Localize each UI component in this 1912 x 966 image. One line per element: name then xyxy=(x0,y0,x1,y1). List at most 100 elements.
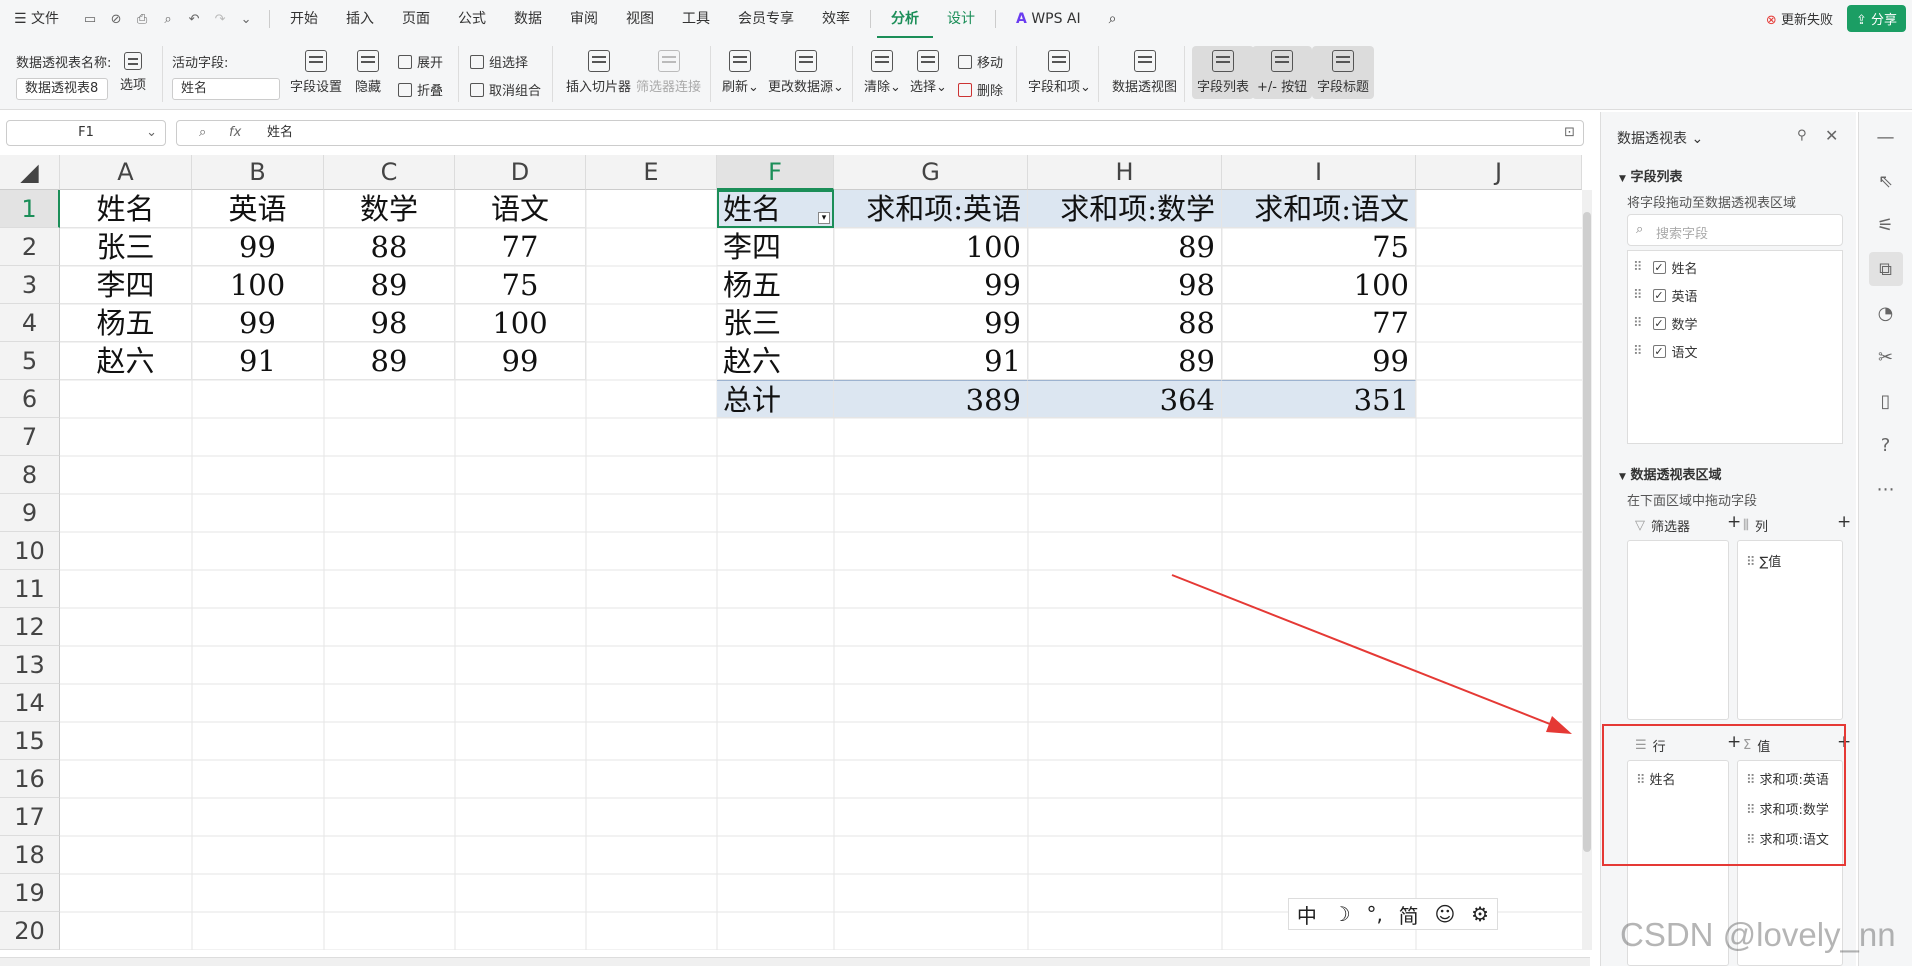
pivot-cell[interactable]: 99 xyxy=(834,266,1028,304)
source-cell[interactable]: 赵六 xyxy=(60,342,192,380)
row-header[interactable]: 5 xyxy=(0,342,60,380)
pivot-cell[interactable]: 89 xyxy=(1028,342,1222,380)
pivot-total-cell[interactable]: 总计 xyxy=(717,380,834,418)
hide-button[interactable]: 隐藏 xyxy=(355,50,381,95)
pivot-cell[interactable]: 75 xyxy=(1222,228,1416,266)
moon-icon[interactable]: ☽ xyxy=(1333,902,1351,926)
row-header[interactable]: 8 xyxy=(0,456,60,494)
sheet-tabs-bar[interactable] xyxy=(0,957,1590,966)
row-header[interactable]: 6 xyxy=(0,380,60,418)
source-cell[interactable]: 75 xyxy=(455,266,586,304)
column-zone-item[interactable]: ⠿ ∑值 xyxy=(1746,551,1781,570)
pivot-cell[interactable]: 100 xyxy=(834,228,1028,266)
column-header-e[interactable]: E xyxy=(586,155,717,190)
source-cell[interactable]: 100 xyxy=(455,304,586,342)
source-header-cell[interactable]: 语文 xyxy=(455,190,586,228)
menu-item-start[interactable]: 开始 xyxy=(276,0,332,38)
zoom-icon[interactable]: ⌕ xyxy=(199,121,206,145)
column-header-j[interactable]: J xyxy=(1416,155,1582,190)
pivot-header-cell[interactable]: 求和项:语文 xyxy=(1222,190,1416,228)
source-cell[interactable]: 100 xyxy=(192,266,324,304)
punctuation-icon[interactable]: °, xyxy=(1366,902,1382,926)
fields-items-button[interactable]: 字段和项⌄ xyxy=(1028,50,1091,95)
field-item-name[interactable]: ⠿ ✓ 姓名 xyxy=(1633,258,1698,277)
chevron-down-icon[interactable]: ⌄ xyxy=(146,121,157,145)
row-header[interactable]: 10 xyxy=(0,532,60,570)
add-column-icon[interactable]: + xyxy=(1837,512,1851,532)
field-headers-button[interactable]: 字段标题 xyxy=(1312,46,1375,99)
emoji-icon[interactable]: ☺ xyxy=(1434,902,1455,926)
pivot-header-cell[interactable]: 求和项:数学 xyxy=(1028,190,1222,228)
pivot-cell[interactable]: 88 xyxy=(1028,304,1222,342)
menu-item-formula[interactable]: 公式 xyxy=(444,0,500,38)
pivot-cell[interactable]: 赵六 xyxy=(717,342,834,380)
tools-icon[interactable]: ✂ xyxy=(1869,340,1903,374)
source-cell[interactable]: 88 xyxy=(324,228,455,266)
pivot-header-cell[interactable]: 求和项:英语 xyxy=(834,190,1028,228)
column-drop-zone[interactable]: ⠿ ∑值 xyxy=(1737,540,1843,720)
field-item-english[interactable]: ⠿ ✓ 英语 xyxy=(1633,286,1698,305)
format-painter-icon[interactable]: ⊘ xyxy=(107,10,125,28)
source-cell[interactable]: 98 xyxy=(324,304,455,342)
checkbox-checked[interactable]: ✓ xyxy=(1652,317,1666,330)
drag-handle-icon[interactable]: ⠿ xyxy=(1633,344,1643,359)
field-settings-button[interactable]: 字段设置 xyxy=(290,50,342,95)
pivot-total-cell[interactable]: 351 xyxy=(1222,380,1416,418)
source-cell[interactable]: 89 xyxy=(324,342,455,380)
row-header[interactable]: 7 xyxy=(0,418,60,456)
formula-input[interactable]: ⌕ fx 姓名 ⊡ xyxy=(176,120,1584,146)
pin-icon[interactable]: ⚲ xyxy=(1797,128,1807,143)
source-cell[interactable]: 77 xyxy=(455,228,586,266)
search-icon[interactable]: ⌕ xyxy=(1095,0,1131,38)
menu-item-page[interactable]: 页面 xyxy=(388,0,444,38)
cursor-icon[interactable]: ⇖ xyxy=(1869,164,1903,198)
source-cell[interactable]: 99 xyxy=(192,228,324,266)
checkbox-checked[interactable]: ✓ xyxy=(1652,261,1666,274)
plus-minus-buttons-button[interactable]: +/- 按钮 xyxy=(1252,46,1313,99)
print-preview-icon[interactable]: ⌕ xyxy=(159,10,177,28)
row-header[interactable]: 11 xyxy=(0,570,60,608)
row-header[interactable]: 13 xyxy=(0,646,60,684)
help-icon[interactable]: ? xyxy=(1869,428,1903,462)
field-list-section-title[interactable]: ▼ 字段列表 xyxy=(1619,166,1682,185)
pivot-cell[interactable]: 91 xyxy=(834,342,1028,380)
undo-icon[interactable]: ↶ xyxy=(185,10,203,28)
drag-handle-icon[interactable]: ⠿ xyxy=(1633,288,1643,303)
select-all-corner[interactable]: ◢ xyxy=(0,155,60,190)
drag-handle-icon[interactable]: ⠿ xyxy=(1633,316,1643,331)
row-header[interactable]: 2 xyxy=(0,228,60,266)
row-header[interactable]: 15 xyxy=(0,722,60,760)
menu-item-data[interactable]: 数据 xyxy=(500,0,556,38)
pivot-chart-button[interactable]: 数据透视图 xyxy=(1112,50,1177,95)
share-button[interactable]: ⇪ 分享 xyxy=(1846,5,1906,32)
checkbox-checked[interactable]: ✓ xyxy=(1652,345,1666,358)
pivot-cell[interactable]: 77 xyxy=(1222,304,1416,342)
insert-slicer-button[interactable]: 插入切片器 xyxy=(566,50,631,95)
menu-item-tools[interactable]: 工具 xyxy=(668,0,724,38)
drag-handle-icon[interactable]: ⠿ xyxy=(1633,260,1643,275)
row-header[interactable]: 1 xyxy=(0,190,60,228)
add-filter-icon[interactable]: + xyxy=(1727,512,1741,532)
scrollbar-thumb[interactable] xyxy=(1583,212,1591,852)
tab-design[interactable]: 设计 xyxy=(933,0,989,38)
column-header-a[interactable]: A xyxy=(60,155,192,190)
ime-chinese-mode[interactable]: 中 xyxy=(1297,900,1317,929)
select-button[interactable]: 选择⌄ xyxy=(910,50,947,95)
book-icon[interactable]: ▯ xyxy=(1869,384,1903,418)
pivot-panel-icon[interactable]: ⧉ xyxy=(1868,252,1903,286)
column-header-b[interactable]: B xyxy=(192,155,324,190)
source-cell[interactable]: 杨五 xyxy=(60,304,192,342)
source-cell[interactable]: 91 xyxy=(192,342,324,380)
fx-icon[interactable]: fx xyxy=(229,121,241,145)
row-header[interactable]: 4 xyxy=(0,304,60,342)
field-list-button[interactable]: 字段列表 xyxy=(1192,46,1255,99)
print-icon[interactable]: ⎙ xyxy=(133,10,151,28)
row-header[interactable]: 3 xyxy=(0,266,60,304)
column-header-f[interactable]: F xyxy=(717,155,834,190)
pivot-cell[interactable]: 99 xyxy=(834,304,1028,342)
delete-button[interactable]: 删除 xyxy=(958,80,1003,99)
expand-formula-icon[interactable]: ⊡ xyxy=(1564,121,1575,145)
source-header-cell[interactable]: 姓名 xyxy=(60,190,192,228)
source-header-cell[interactable]: 数学 xyxy=(324,190,455,228)
vertical-scrollbar[interactable] xyxy=(1582,190,1592,950)
